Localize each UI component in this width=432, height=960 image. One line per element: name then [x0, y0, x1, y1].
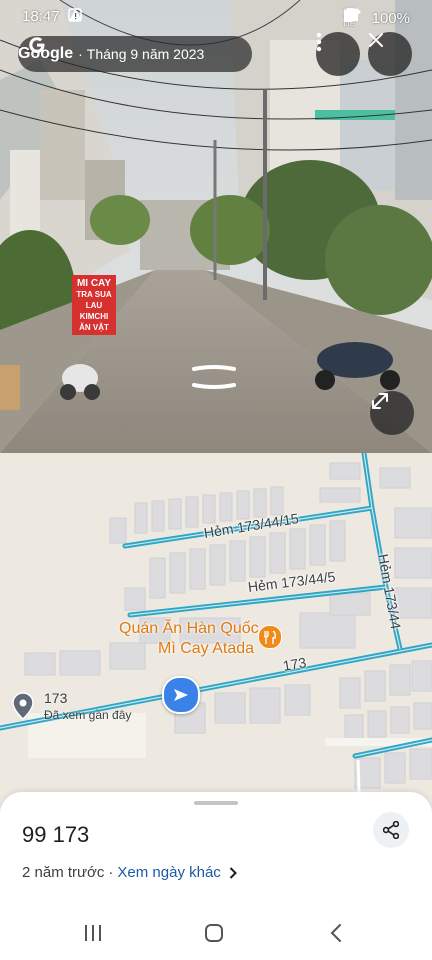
poi-name-line2: Mì Cay Atada	[158, 640, 255, 657]
close-button[interactable]	[368, 32, 412, 76]
share-icon	[383, 821, 399, 839]
fullscreen-button[interactable]	[370, 391, 414, 435]
street-view-panorama[interactable]: MI CAY TRA SUA LAU KIMCHI ĂN VẶT 18:47 V…	[0, 0, 432, 453]
shop-sign-line: TRA SUA	[76, 290, 112, 299]
shop-sign-line: ĂN VẶT	[79, 323, 109, 332]
poi-label[interactable]: Quán Ăn Hàn Quốc Mì Cay Atada	[119, 619, 259, 659]
more-vert-icon	[316, 32, 322, 52]
battery-icon	[343, 8, 353, 22]
battery-percent: 100%	[371, 10, 410, 27]
street-navigation-arrows[interactable]	[190, 362, 238, 392]
restaurant-pin[interactable]	[258, 625, 282, 649]
capture-date: Tháng 9 năm 2023	[86, 46, 205, 62]
shop-sign-line: LAU KIMCHI	[79, 301, 109, 321]
poi-name-line1: Quán Ăn Hàn Quốc	[119, 620, 259, 637]
expand-icon	[372, 393, 388, 409]
move-arrows-icon	[192, 365, 236, 389]
sheet-grabber[interactable]	[194, 801, 238, 805]
share-button[interactable]	[373, 812, 409, 848]
status-time: 18:47	[22, 8, 60, 25]
viewpoint-marker[interactable]	[162, 676, 200, 714]
recents-icon	[85, 925, 101, 941]
other-dates-link[interactable]: Xem ngày khác	[117, 864, 220, 881]
meta-separator: ·	[108, 864, 114, 881]
home-icon	[205, 924, 223, 942]
street-view-header: Google · Tháng 9 năm 2023	[18, 36, 252, 72]
time-ago: 2 năm trước	[22, 864, 105, 881]
back-icon	[330, 924, 341, 942]
restaurant-icon	[264, 630, 276, 644]
shop-sign-line: MI CAY	[76, 278, 112, 289]
home-button[interactable]	[194, 918, 234, 948]
header-separator: ·	[78, 46, 83, 62]
place-label[interactable]: 173	[44, 690, 67, 706]
close-icon	[369, 33, 383, 47]
more-options-button[interactable]	[316, 32, 360, 76]
system-navigation-bar	[0, 906, 432, 960]
status-bar: 18:47 Vo)) LTE+ LTE 100%	[0, 0, 432, 34]
shop-sign: MI CAY TRA SUA LAU KIMCHI ĂN VẶT	[72, 278, 116, 333]
direction-arrow-icon	[174, 689, 188, 701]
google-g-icon	[29, 37, 45, 53]
capture-info: 2 năm trước · Xem ngày khác	[22, 864, 237, 881]
status-icons-right: Vo)) LTE+ LTE 100%	[343, 8, 410, 29]
location-pin-icon[interactable]	[12, 692, 34, 720]
place-sublabel: Đã xem gần đây	[44, 708, 132, 722]
chevron-right-icon[interactable]	[229, 866, 237, 879]
back-button[interactable]	[316, 918, 356, 948]
recents-button[interactable]	[73, 918, 113, 948]
warning-icon	[69, 9, 82, 21]
location-title: 99 173	[22, 822, 90, 847]
